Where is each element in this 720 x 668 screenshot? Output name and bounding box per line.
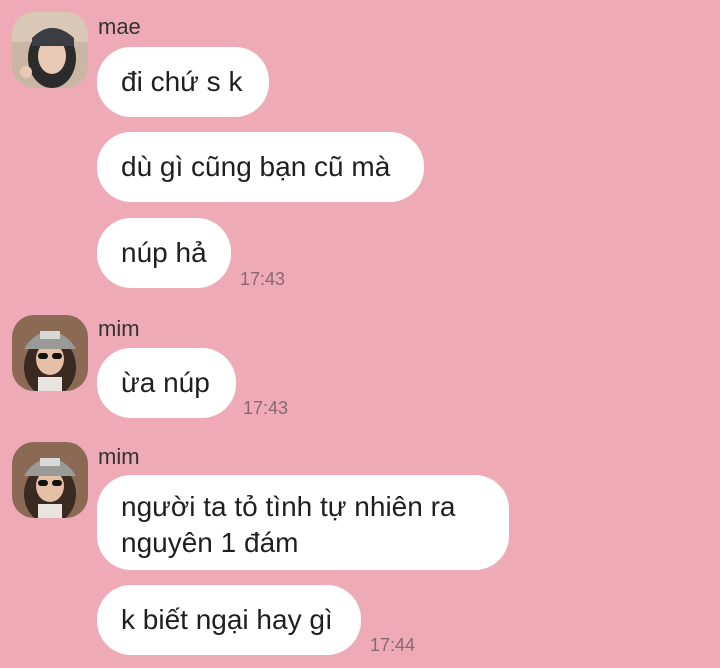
sender-name: mae	[98, 14, 141, 39]
message-bubble[interactable]: người ta tỏ tình tự nhiên ra nguyên 1 đá…	[97, 475, 509, 570]
avatar-mim[interactable]	[12, 442, 88, 518]
avatar-photo-icon	[12, 315, 88, 391]
message-timestamp: 17:44	[370, 635, 416, 655]
message-bubble[interactable]: ừa núp	[97, 348, 236, 418]
message-timestamp: 17:43	[240, 269, 286, 289]
message-text: ừa núp	[121, 367, 210, 398]
message-text: núp hả	[121, 237, 207, 268]
avatar-mae[interactable]	[12, 12, 88, 88]
message-line: nguyên 1 đám	[121, 527, 299, 558]
message-text: k biết ngại hay gì	[121, 604, 333, 635]
message-text: dù gì cũng bạn cũ mà	[121, 151, 391, 182]
sender-name: mim	[98, 316, 140, 341]
avatar-photo-icon	[12, 442, 88, 518]
message-text: đi chứ s k	[121, 66, 243, 97]
message-line: người ta tỏ tình tự nhiên ra	[121, 491, 456, 522]
message-text: người ta tỏ tình tự nhiên ra nguyên 1 đá…	[121, 489, 455, 561]
avatar-mim[interactable]	[12, 315, 88, 391]
message-bubble[interactable]: núp hả	[97, 218, 231, 288]
sender-name: mim	[98, 444, 140, 469]
message-bubble[interactable]: dù gì cũng bạn cũ mà	[97, 132, 424, 202]
avatar-photo-icon	[12, 12, 88, 88]
message-timestamp: 17:43	[243, 398, 289, 418]
message-bubble[interactable]: k biết ngại hay gì	[97, 585, 361, 655]
message-bubble[interactable]: đi chứ s k	[97, 47, 269, 117]
